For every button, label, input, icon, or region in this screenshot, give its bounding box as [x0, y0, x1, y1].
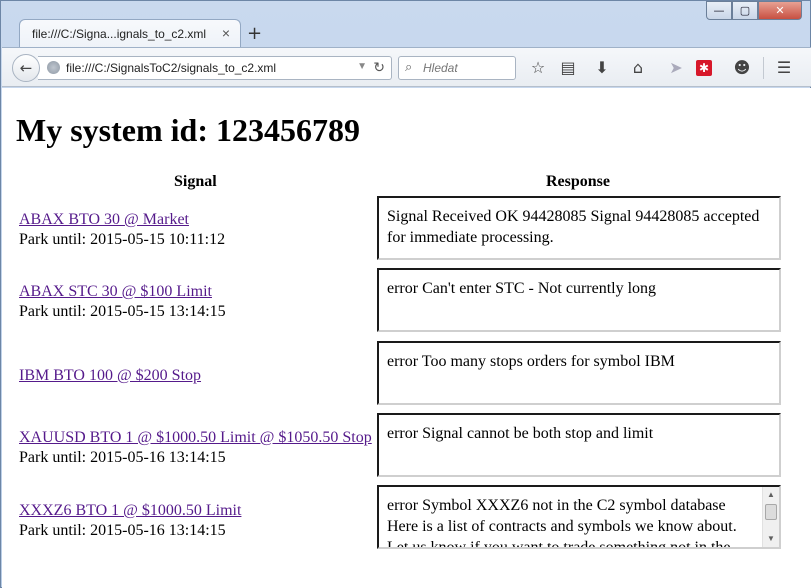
- signal-cell: ABAX BTO 30 @ Market Park until: 2015-05…: [19, 210, 225, 250]
- signal-cell: IBM BTO 100 @ $200 Stop: [19, 366, 201, 386]
- response-text: error Symbol XXXZ6 not in the C2 symbol …: [387, 497, 737, 549]
- table-row: ABAX STC 30 @ $100 Limit Park until: 201…: [2, 268, 811, 334]
- globe-icon: [47, 61, 60, 74]
- star-icon[interactable]: ☆: [528, 58, 548, 78]
- tab-title: file:///C:/Signa...ignals_to_c2.xml: [32, 27, 207, 41]
- smiley-icon[interactable]: ☻: [732, 58, 752, 78]
- signal-link[interactable]: IBM BTO 100 @ $200 Stop: [19, 367, 201, 384]
- page-content: My system id: 123456789 Signal Response …: [2, 88, 811, 588]
- table-row: ABAX BTO 30 @ Market Park until: 2015-05…: [2, 196, 811, 262]
- toolbar-separator: [763, 57, 764, 79]
- table-row: XXXZ6 BTO 1 @ $1000.50 Limit Park until:…: [2, 485, 811, 551]
- menu-icon[interactable]: ☰: [774, 58, 794, 78]
- response-textarea[interactable]: error Too many stops orders for symbol I…: [377, 341, 781, 405]
- signal-column-header: Signal: [174, 173, 217, 190]
- scroll-down-icon[interactable]: ▼: [763, 531, 779, 547]
- scroll-thumb[interactable]: [765, 504, 777, 520]
- tab-close-icon[interactable]: ×: [222, 25, 230, 41]
- addon-icon[interactable]: ✱: [696, 60, 712, 76]
- send-icon[interactable]: ➤: [666, 58, 686, 78]
- navigation-toolbar: file:///C:/SignalsToC2/signals_to_c2.xml…: [2, 47, 811, 87]
- scroll-up-icon[interactable]: ▲: [763, 487, 779, 503]
- signal-cell: ABAX STC 30 @ $100 Limit Park until: 201…: [19, 282, 226, 322]
- signal-link[interactable]: ABAX STC 30 @ $100 Limit: [19, 283, 212, 300]
- tab-strip: file:///C:/Signa...ignals_to_c2.xml × +: [7, 17, 797, 49]
- back-button[interactable]: ←: [12, 54, 40, 82]
- new-tab-button[interactable]: +: [247, 23, 262, 44]
- home-icon[interactable]: ⌂: [628, 58, 648, 78]
- tab-signals-xml[interactable]: file:///C:/Signa...ignals_to_c2.xml ×: [19, 19, 241, 49]
- response-textarea[interactable]: error Can't enter STC - Not currently lo…: [377, 268, 781, 332]
- response-textarea[interactable]: error Symbol XXXZ6 not in the C2 symbol …: [377, 485, 781, 549]
- signal-cell: XXXZ6 BTO 1 @ $1000.50 Limit Park until:…: [19, 501, 241, 541]
- url-text: file:///C:/SignalsToC2/signals_to_c2.xml: [66, 61, 277, 75]
- table-row: IBM BTO 100 @ $200 Stop error Too many s…: [2, 341, 811, 407]
- table-row: XAUUSD BTO 1 @ $1000.50 Limit @ $1050.50…: [2, 413, 811, 479]
- reload-icon[interactable]: ↻: [373, 59, 385, 76]
- search-input[interactable]: ⌕ Hledat: [398, 56, 516, 80]
- park-until-text: Park until: 2015-05-15 10:11:12: [19, 231, 226, 248]
- signal-link[interactable]: XAUUSD BTO 1 @ $1000.50 Limit @ $1050.50…: [19, 429, 372, 446]
- page-title: My system id: 123456789: [16, 112, 360, 148]
- signal-cell: XAUUSD BTO 1 @ $1000.50 Limit @ $1050.50…: [19, 428, 372, 468]
- park-until-text: Park until: 2015-05-16 13:14:15: [19, 522, 226, 539]
- download-icon[interactable]: ⬇: [592, 58, 612, 78]
- response-textarea[interactable]: Signal Received OK 94428085 Signal 94428…: [377, 196, 781, 260]
- response-textarea[interactable]: error Signal cannot be both stop and lim…: [377, 413, 781, 477]
- signal-link[interactable]: XXXZ6 BTO 1 @ $1000.50 Limit: [19, 502, 241, 519]
- response-column-header: Response: [546, 173, 611, 190]
- reading-list-icon[interactable]: ▤: [558, 58, 578, 78]
- browser-window: — ▢ ✕ file:///C:/Signa...ignals_to_c2.xm…: [0, 0, 811, 588]
- history-dropdown-icon[interactable]: ▼: [357, 61, 367, 72]
- address-bar[interactable]: file:///C:/SignalsToC2/signals_to_c2.xml…: [38, 56, 392, 80]
- search-icon: ⌕: [405, 59, 413, 74]
- textarea-scrollbar[interactable]: ▲ ▼: [762, 487, 779, 547]
- signal-link[interactable]: ABAX BTO 30 @ Market: [19, 211, 189, 228]
- search-placeholder: Hledat: [423, 61, 458, 75]
- park-until-text: Park until: 2015-05-16 13:14:15: [19, 449, 226, 466]
- park-until-text: Park until: 2015-05-15 13:14:15: [19, 303, 226, 320]
